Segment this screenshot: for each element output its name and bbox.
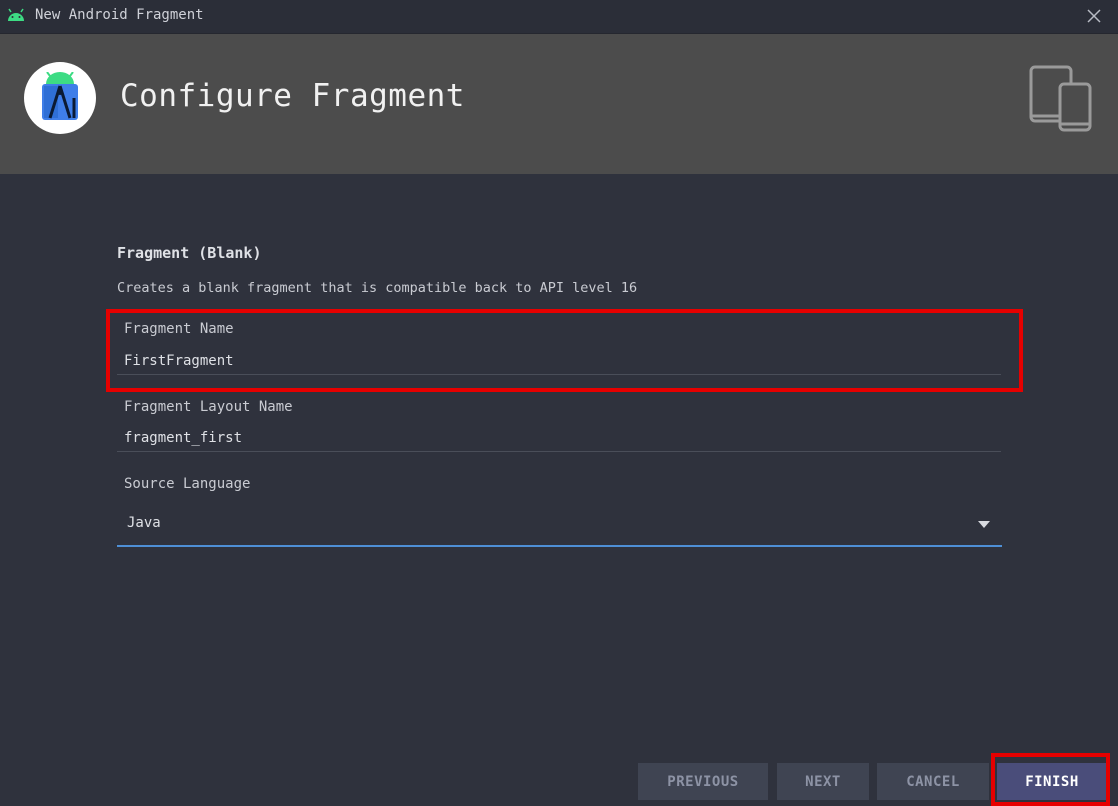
title-bar: New Android Fragment [0, 0, 1118, 34]
layout-name-label: Fragment Layout Name [124, 399, 293, 415]
cancel-button[interactable]: CANCEL [877, 763, 989, 800]
template-name: Fragment (Blank) [117, 244, 262, 262]
template-description: Creates a blank fragment that is compati… [117, 280, 638, 296]
wizard-footer: PREVIOUS NEXT CANCEL FINISH [0, 746, 1118, 806]
close-icon[interactable] [1084, 6, 1104, 26]
form-content: Fragment (Blank) Creates a blank fragmen… [0, 174, 1118, 746]
layout-name-input[interactable] [117, 425, 1001, 452]
next-button[interactable]: NEXT [777, 763, 869, 800]
source-language-select[interactable]: Java [117, 504, 1002, 547]
fragment-name-label: Fragment Name [124, 321, 234, 337]
wizard-header: Configure Fragment [0, 34, 1118, 174]
previous-button[interactable]: PREVIOUS [638, 763, 768, 800]
fragment-name-input[interactable] [117, 348, 1001, 375]
source-language-label: Source Language [124, 476, 251, 492]
finish-button[interactable]: FINISH [997, 763, 1107, 800]
chevron-down-icon [978, 521, 990, 528]
devices-icon [1029, 65, 1092, 132]
android-icon [8, 8, 24, 21]
window-title: New Android Fragment [35, 7, 204, 23]
android-studio-logo [24, 62, 96, 134]
page-title: Configure Fragment [120, 78, 465, 114]
source-language-value: Java [127, 515, 161, 531]
